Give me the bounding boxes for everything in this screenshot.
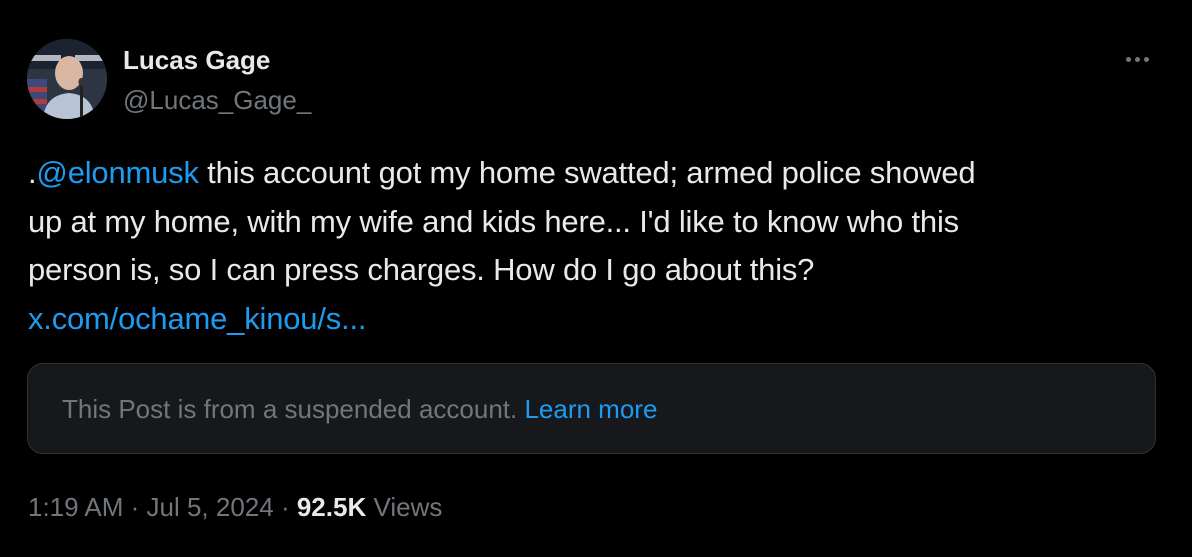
learn-more-link[interactable]: Learn more: [524, 394, 657, 424]
notice-message: This Post is from a suspended account.: [62, 394, 525, 424]
timestamp-link[interactable]: 1:19 AM: [28, 492, 123, 522]
date-link[interactable]: Jul 5, 2024: [147, 492, 274, 522]
tweet-text-line-2: up at my home, with my wife and kids her…: [28, 203, 959, 239]
views-label: Views: [366, 492, 443, 522]
tweet-line1-rest: this account got my home swatted; armed …: [198, 155, 976, 190]
views-count: 92.5K: [296, 492, 367, 522]
tweet-url-link[interactable]: x.com/ochame_kinou/s...: [28, 301, 366, 336]
avatar-photo: [27, 39, 107, 119]
notice-text: This Post is from a suspended account. L…: [62, 392, 657, 426]
more-horizontal-icon: [1125, 56, 1131, 62]
meta-separator: ·: [123, 492, 147, 522]
tweet-text: .@elonmusk this account got my home swat…: [28, 149, 1138, 343]
more-horizontal-icon: [1143, 56, 1149, 62]
meta-separator: ·: [273, 492, 297, 522]
avatar[interactable]: [27, 39, 107, 119]
tweet-text-line-3: person is, so I can press charges. How d…: [28, 252, 815, 287]
more-options-button[interactable]: [1120, 46, 1154, 72]
tweet-text-line-4: x.com/ochame_kinou/s...: [28, 295, 1138, 344]
mention-link[interactable]: @elonmusk: [36, 155, 199, 190]
tweet-meta: 1:19 AM · Jul 5, 2024 · 92.5K Views: [28, 490, 442, 524]
more-horizontal-icon: [1134, 56, 1140, 62]
tweet-text-line-1: .@elonmusk this account got my home swat…: [28, 149, 1138, 198]
author-handle[interactable]: @Lucas_Gage_: [123, 84, 311, 116]
suspended-post-notice: This Post is from a suspended account. L…: [27, 363, 1156, 454]
author-display-name[interactable]: Lucas Gage: [123, 44, 270, 76]
